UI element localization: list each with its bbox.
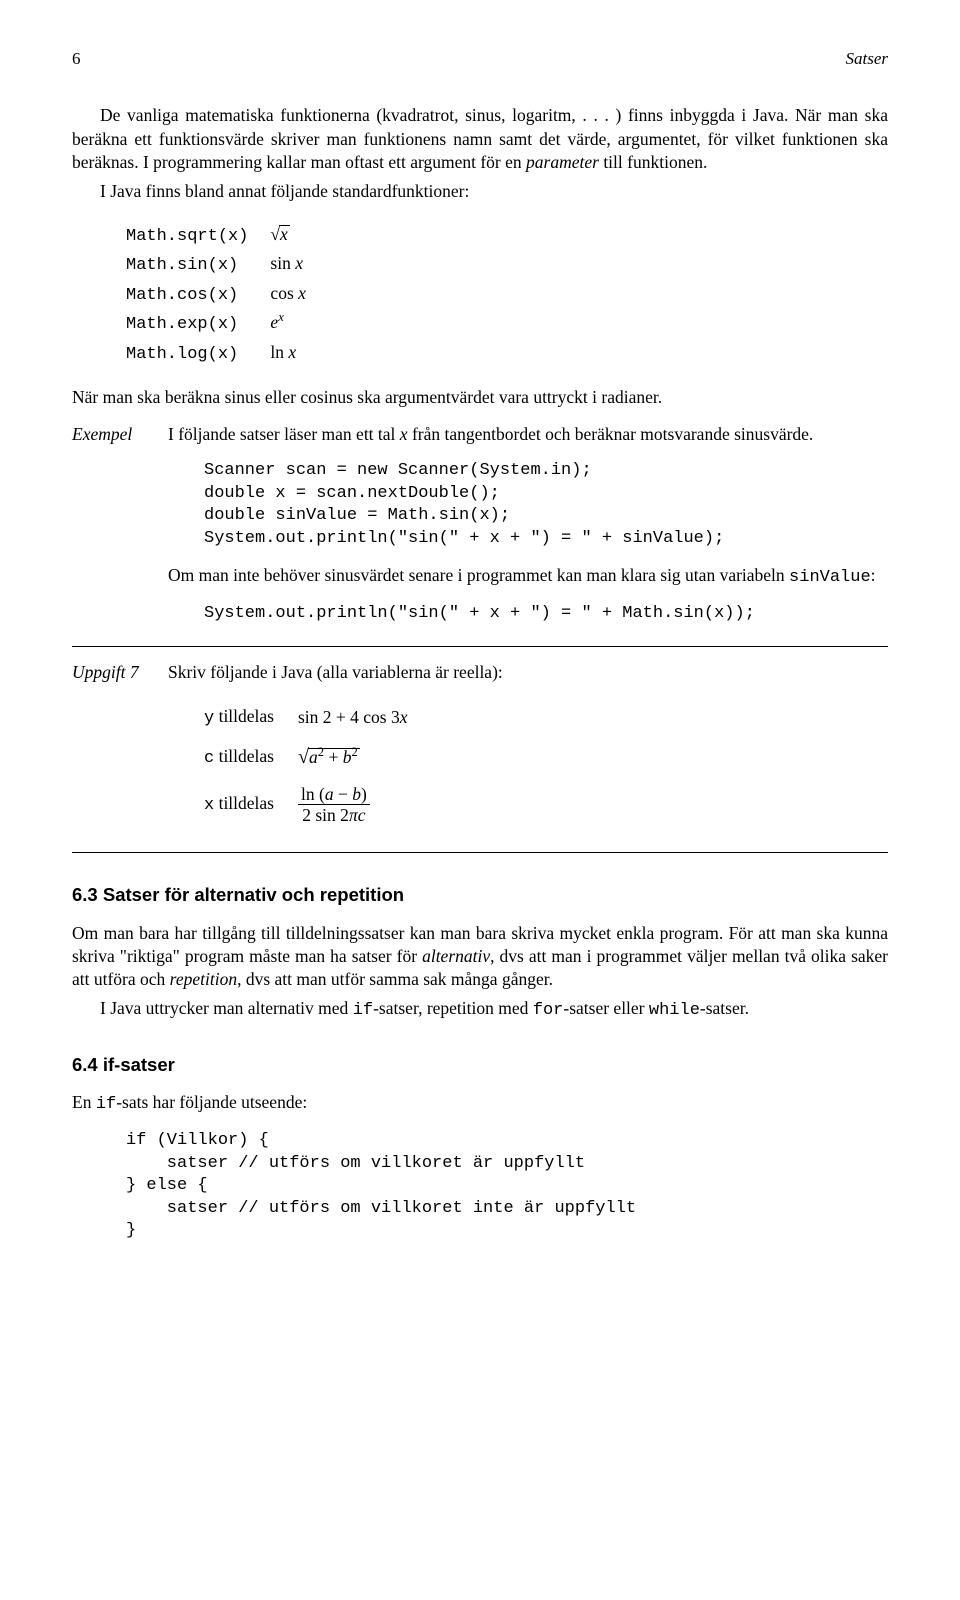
table-row: Math.exp(x) ex [126,309,328,338]
func-math: cos x [270,280,327,309]
page-number: 6 [72,48,81,70]
table-row: y tilldelas sin 2 + 4 cos 3x [204,698,432,737]
divider [72,646,888,647]
table-row: Math.sqrt(x) √x [126,221,328,250]
assignment-table: y tilldelas sin 2 + 4 cos 3x c tilldelas… [204,698,432,833]
table-row: x tilldelas ln (a − b) 2 sin 2πc [204,778,432,833]
section-name: Satser [846,48,889,70]
section-heading-6-4: 6.4 if-satser [72,1053,888,1077]
example-desc: I följande satser läser man ett tal x fr… [168,423,888,446]
uppgift-desc: Skriv följande i Java (alla variablerna … [168,661,888,684]
sec64-p1: En if-sats har följande utseende: [72,1091,888,1116]
assign-rhs: √a2 + b2 [298,737,432,778]
sec63-p1: Om man bara har tillgång till tilldelnin… [72,922,888,991]
assign-rhs: sin 2 + 4 cos 3x [298,698,432,737]
func-math: ex [270,309,327,338]
sec63-p2: I Java uttrycker man alternativ med if-s… [72,997,888,1022]
divider [72,852,888,853]
assign-lhs: y tilldelas [204,698,298,737]
assign-rhs: ln (a − b) 2 sin 2πc [298,778,432,833]
example-code-1: Scanner scan = new Scanner(System.in); d… [204,460,888,550]
func-code: Math.log(x) [126,339,270,368]
intro-paragraph-2: I Java finns bland annat följande standa… [72,180,888,203]
func-code: Math.sin(x) [126,250,270,279]
func-math: sin x [270,250,327,279]
function-table: Math.sqrt(x) √x Math.sin(x) sin x Math.c… [126,221,328,368]
func-math: √x [270,221,327,250]
example-mid: Om man inte behöver sinusvärdet senare i… [168,564,888,589]
table-row: c tilldelas √a2 + b2 [204,737,432,778]
table-row: Math.sin(x) sin x [126,250,328,279]
assign-lhs: c tilldelas [204,737,298,778]
example-code-2: System.out.println("sin(" + x + ") = " +… [204,603,888,625]
table-row: Math.cos(x) cos x [126,280,328,309]
example-label: Exempel [72,423,168,446]
section-heading-6-3: 6.3 Satser för alternativ och repetition [72,883,888,907]
table-row: Math.log(x) ln x [126,339,328,368]
func-math: ln x [270,339,327,368]
radian-note: När man ska beräkna sinus eller cosinus … [72,386,888,409]
func-code: Math.sqrt(x) [126,221,270,250]
if-code-block: if (Villkor) { satser // utförs om villk… [126,1130,888,1242]
page-header: 6 Satser [72,48,888,70]
func-code: Math.exp(x) [126,309,270,338]
uppgift-block: Uppgift 7 Skriv följande i Java (alla va… [72,661,888,684]
func-code: Math.cos(x) [126,280,270,309]
example-block: Exempel I följande satser läser man ett … [72,423,888,446]
intro-paragraph-1: De vanliga matematiska funktionerna (kva… [72,104,888,173]
assign-lhs: x tilldelas [204,778,298,833]
uppgift-label: Uppgift 7 [72,661,168,684]
